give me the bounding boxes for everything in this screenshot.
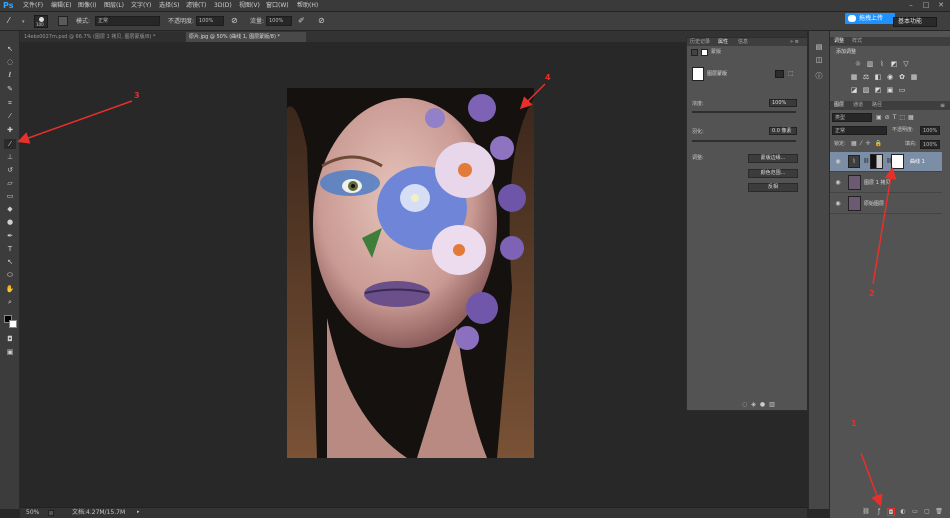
annotation-3: 3 bbox=[134, 91, 140, 100]
annotation-2: 2 bbox=[869, 289, 875, 298]
arrow-4 bbox=[519, 83, 546, 110]
annotation-4: 4 bbox=[545, 73, 551, 82]
annotation-1: 1 bbox=[851, 419, 857, 428]
annotation-arrows bbox=[17, 83, 897, 507]
arrow-2 bbox=[872, 167, 897, 285]
arrow-1 bbox=[860, 452, 883, 507]
arrow-3 bbox=[17, 100, 133, 144]
